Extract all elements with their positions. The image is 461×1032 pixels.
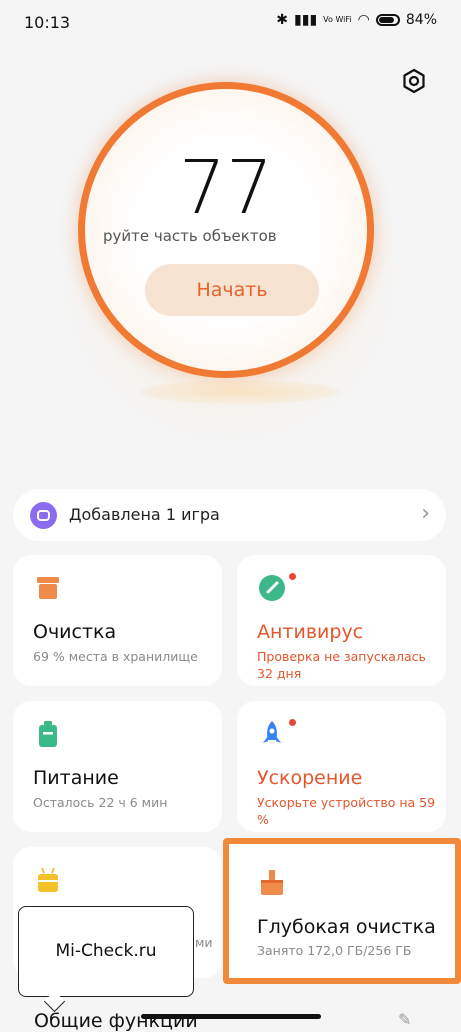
wifi-icon: ◠ — [357, 12, 370, 28]
game-banner[interactable]: Добавлена 1 игра › — [13, 489, 446, 541]
card-boost[interactable]: Ускорение Ускорьте устройство на 59 % — [237, 701, 446, 832]
rocket-icon — [263, 721, 281, 743]
boost-alert-dot — [289, 719, 296, 726]
card-battery[interactable]: Питание Осталось 22 ч 6 мин — [13, 701, 222, 832]
card-battery-title: Питание — [33, 767, 119, 789]
broom-icon — [261, 870, 283, 895]
battery-icon — [375, 14, 400, 26]
watermark-text: Mi-Check.ru — [55, 941, 157, 961]
under-glow — [140, 380, 340, 404]
card-app-manager-partial: ми — [195, 935, 213, 950]
card-cleanup-title: Очистка — [33, 621, 117, 643]
bluetooth-icon: ✱ — [276, 12, 289, 28]
trash-icon — [37, 577, 59, 599]
tooltip-tail — [43, 990, 66, 1013]
card-antivirus-title: Антивирус — [257, 621, 364, 643]
antivirus-alert-dot — [289, 573, 296, 580]
card-battery-subtitle: Осталось 22 ч 6 мин — [33, 795, 168, 810]
watermark-tooltip: Mi-Check.ru — [18, 906, 194, 1013]
chevron-right-icon: › — [421, 501, 430, 526]
score-value: 77 — [178, 145, 274, 231]
battery-level: 84% — [405, 12, 437, 28]
score-circle: 77 руйте часть объектов Начать — [78, 82, 374, 378]
card-deep-clean[interactable]: Глубокая очистка Занято 172,0 ГБ/256 ГБ — [223, 838, 461, 984]
signal-icon: ▮▮▮ — [294, 12, 318, 28]
battery-card-icon — [39, 721, 57, 747]
score-hint: руйте часть объектов — [103, 227, 277, 245]
home-indicator[interactable] — [141, 1014, 321, 1019]
card-antivirus-subtitle: Проверка не запускалась 32 дня — [257, 649, 426, 681]
gamepad-icon — [30, 502, 57, 529]
settings-button[interactable] — [399, 66, 429, 96]
card-cleanup[interactable]: Очистка 69 % места в хранилище — [13, 555, 222, 686]
card-cleanup-subtitle: 69 % места в хранилище — [33, 649, 198, 664]
card-antivirus[interactable]: Антивирус Проверка не запускалась 32 дня — [237, 555, 446, 686]
card-deep-clean-subtitle: Занято 172,0 ГБ/256 ГБ — [257, 943, 412, 958]
gear-icon — [403, 68, 425, 94]
status-time: 10:13 — [24, 13, 71, 32]
edit-icon[interactable]: ✎ — [398, 1010, 411, 1029]
card-boost-title: Ускорение — [257, 767, 363, 789]
card-boost-subtitle: Ускорьте устройство на 59 % — [257, 795, 436, 827]
vowifi-label: Vo WiFi — [323, 15, 352, 24]
android-icon — [38, 867, 58, 892]
shield-scan-icon — [259, 575, 285, 601]
start-button[interactable]: Начать — [145, 264, 319, 316]
status-bar: 10:13 ✱ ▮▮▮ Vo WiFi ◠ 84% — [0, 0, 461, 46]
status-icons: ✱ ▮▮▮ Vo WiFi ◠ 84% — [276, 12, 437, 28]
game-banner-text: Добавлена 1 игра — [69, 505, 220, 524]
card-deep-clean-title: Глубокая очистка — [257, 916, 436, 938]
